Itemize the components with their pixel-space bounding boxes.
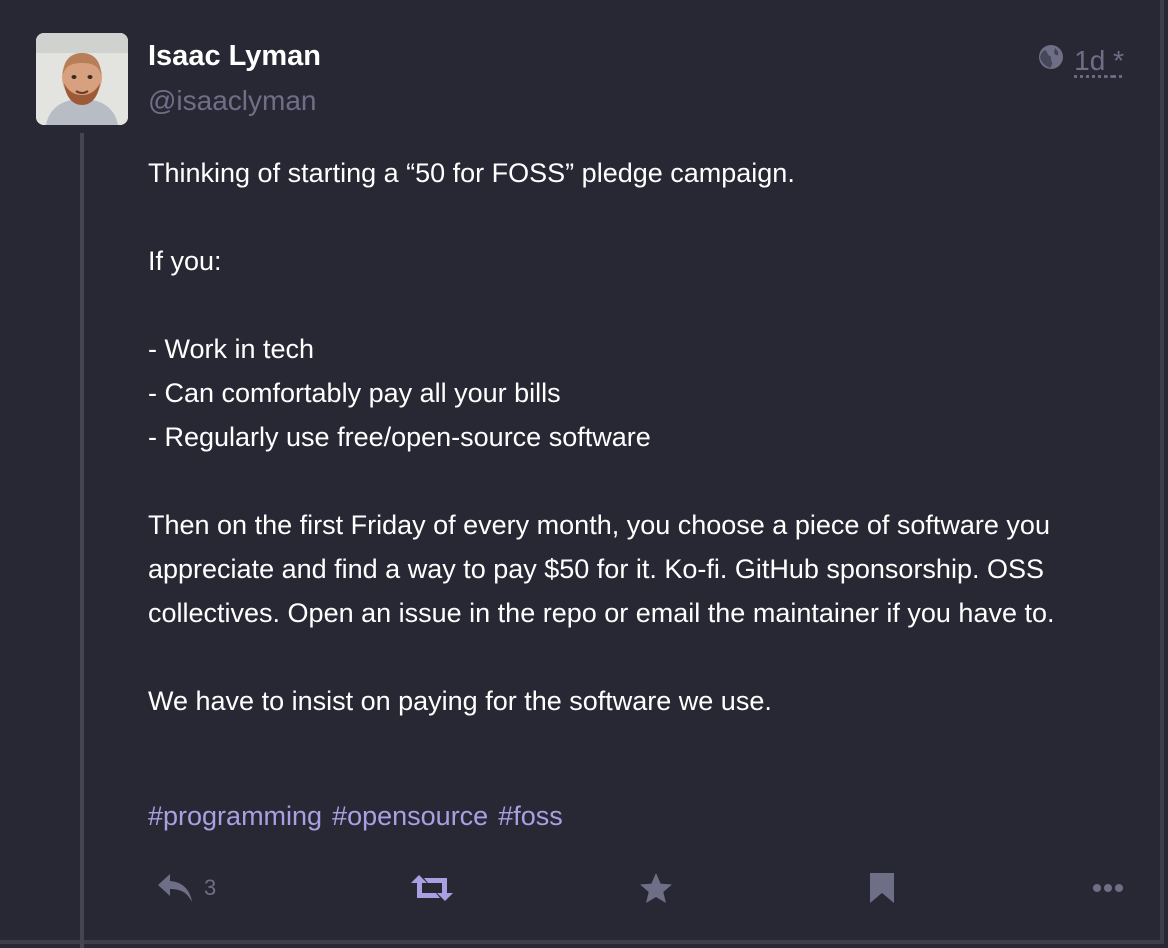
reply-count: 3 xyxy=(204,875,217,900)
star-icon xyxy=(640,873,672,903)
hashtag-link[interactable]: #opensource xyxy=(332,796,488,836)
action-bar: 3 xyxy=(148,864,1132,912)
bookmark-button[interactable] xyxy=(868,864,896,912)
post-card: Isaac Lyman @isaaclyman 1d * Thinking of… xyxy=(0,0,1164,948)
favourite-button[interactable] xyxy=(638,864,674,912)
hashtag-link[interactable]: #foss xyxy=(498,796,563,836)
display-name[interactable]: Isaac Lyman xyxy=(148,40,321,73)
reply-icon xyxy=(158,874,192,902)
content-list: - Work in tech - Can comfortably pay all… xyxy=(148,327,1138,459)
post-timestamp[interactable]: 1d * xyxy=(1074,45,1124,77)
boost-button[interactable] xyxy=(410,864,454,912)
content-paragraph: Thinking of starting a “50 for FOSS” ple… xyxy=(148,158,795,188)
avatar[interactable] xyxy=(36,33,128,125)
account-handle[interactable]: @isaaclyman xyxy=(148,85,316,117)
more-button[interactable] xyxy=(1092,864,1124,912)
thread-line xyxy=(80,133,84,948)
list-line: - Regularly use free/open-source softwar… xyxy=(148,422,651,452)
content-paragraph: Then on the first Friday of every month,… xyxy=(148,510,1055,628)
reply-button[interactable]: 3 xyxy=(156,864,216,912)
content-paragraph: If you: xyxy=(148,246,222,276)
bookmark-icon xyxy=(870,873,894,903)
list-line: - Can comfortably pay all your bills xyxy=(148,378,561,408)
post-meta: 1d * xyxy=(1038,44,1124,77)
hashtag-bar: #programming #opensource #foss xyxy=(148,796,563,836)
content-paragraph: We have to insist on paying for the soft… xyxy=(148,686,772,716)
globe-icon xyxy=(1038,44,1064,77)
timestamp-text: 1d xyxy=(1074,44,1106,76)
avatar-photo xyxy=(36,33,128,125)
edited-marker: * xyxy=(1113,44,1124,76)
hashtag-link[interactable]: #programming xyxy=(148,796,322,836)
ellipsis-icon xyxy=(1093,884,1123,892)
boost-icon xyxy=(411,875,453,901)
post-content: Thinking of starting a “50 for FOSS” ple… xyxy=(148,151,1138,723)
list-line: - Work in tech xyxy=(148,334,315,364)
